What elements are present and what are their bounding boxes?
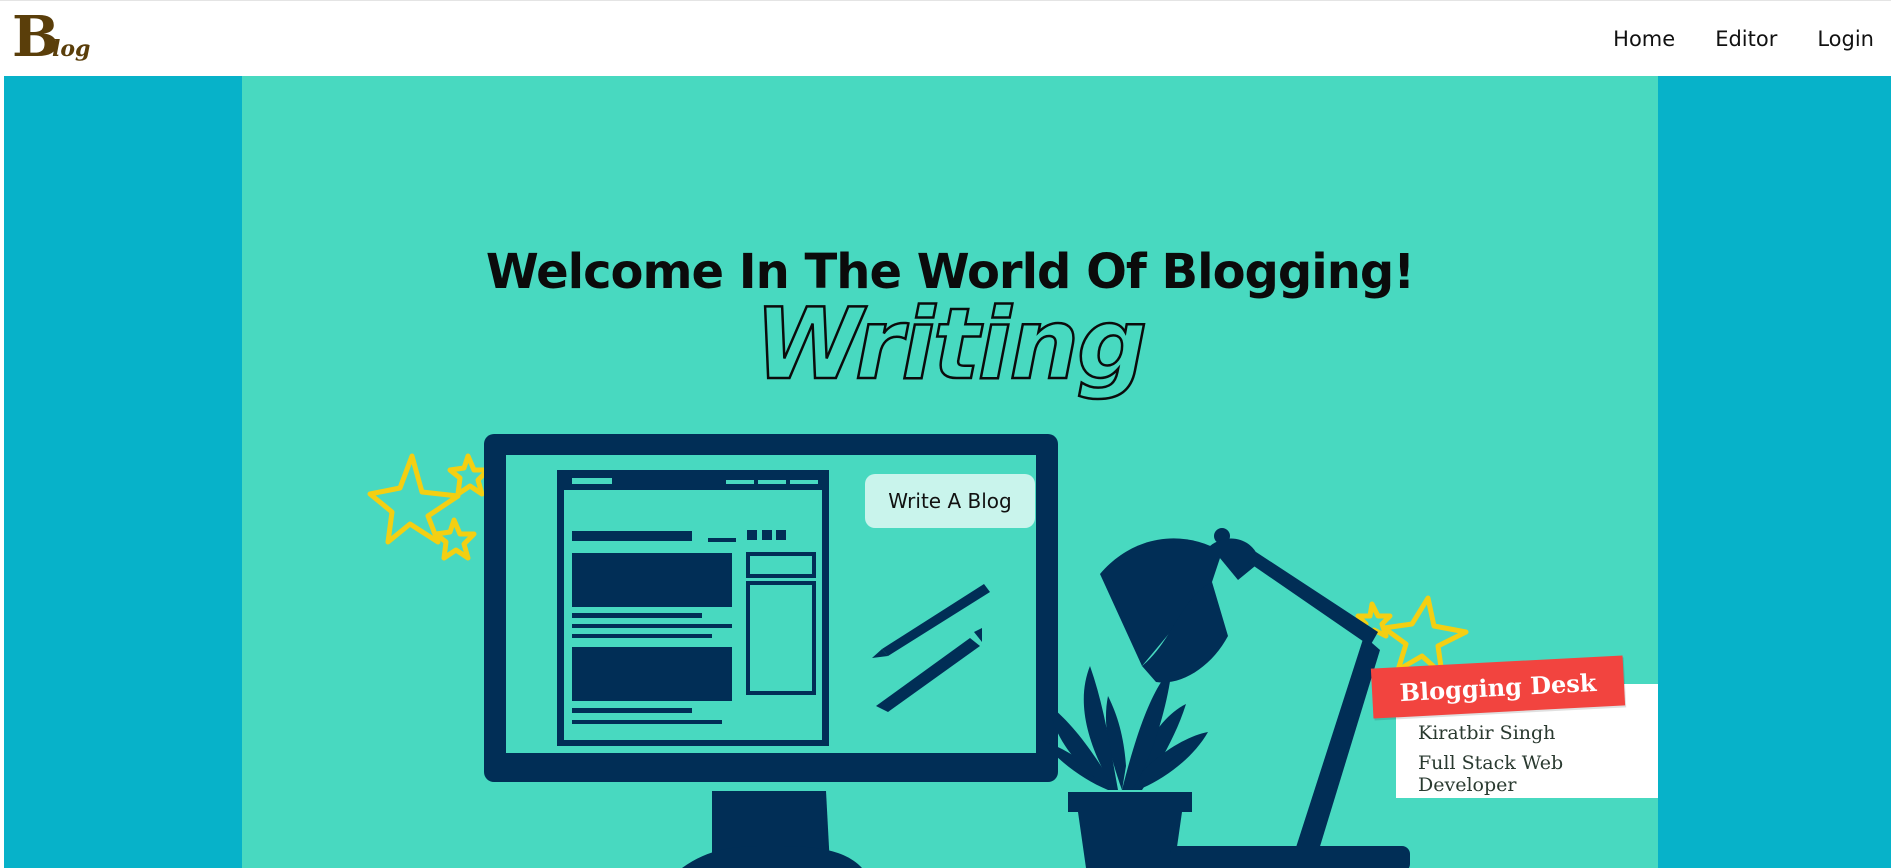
hero-section: Welcome In The World Of Blogging! Writin… xyxy=(242,76,1658,868)
blog-logo[interactable]: B log xyxy=(12,9,90,65)
navbar: B log Home Editor Login xyxy=(0,0,1891,76)
author-name: Kiratbir Singh xyxy=(1418,722,1556,744)
nav-editor-link[interactable]: Editor xyxy=(1715,27,1777,51)
browser-window-icon xyxy=(557,470,829,746)
nav-home-link[interactable]: Home xyxy=(1613,27,1675,51)
plant-icon xyxy=(1040,666,1208,868)
author-role: Full Stack Web Developer xyxy=(1418,752,1564,796)
star-cluster-left-icon xyxy=(367,453,491,561)
nav-login-link[interactable]: Login xyxy=(1817,27,1874,51)
write-a-blog-button[interactable]: Write A Blog xyxy=(865,474,1035,528)
nav-links: Home Editor Login xyxy=(1613,1,1891,77)
logo-word: log xyxy=(52,36,91,62)
